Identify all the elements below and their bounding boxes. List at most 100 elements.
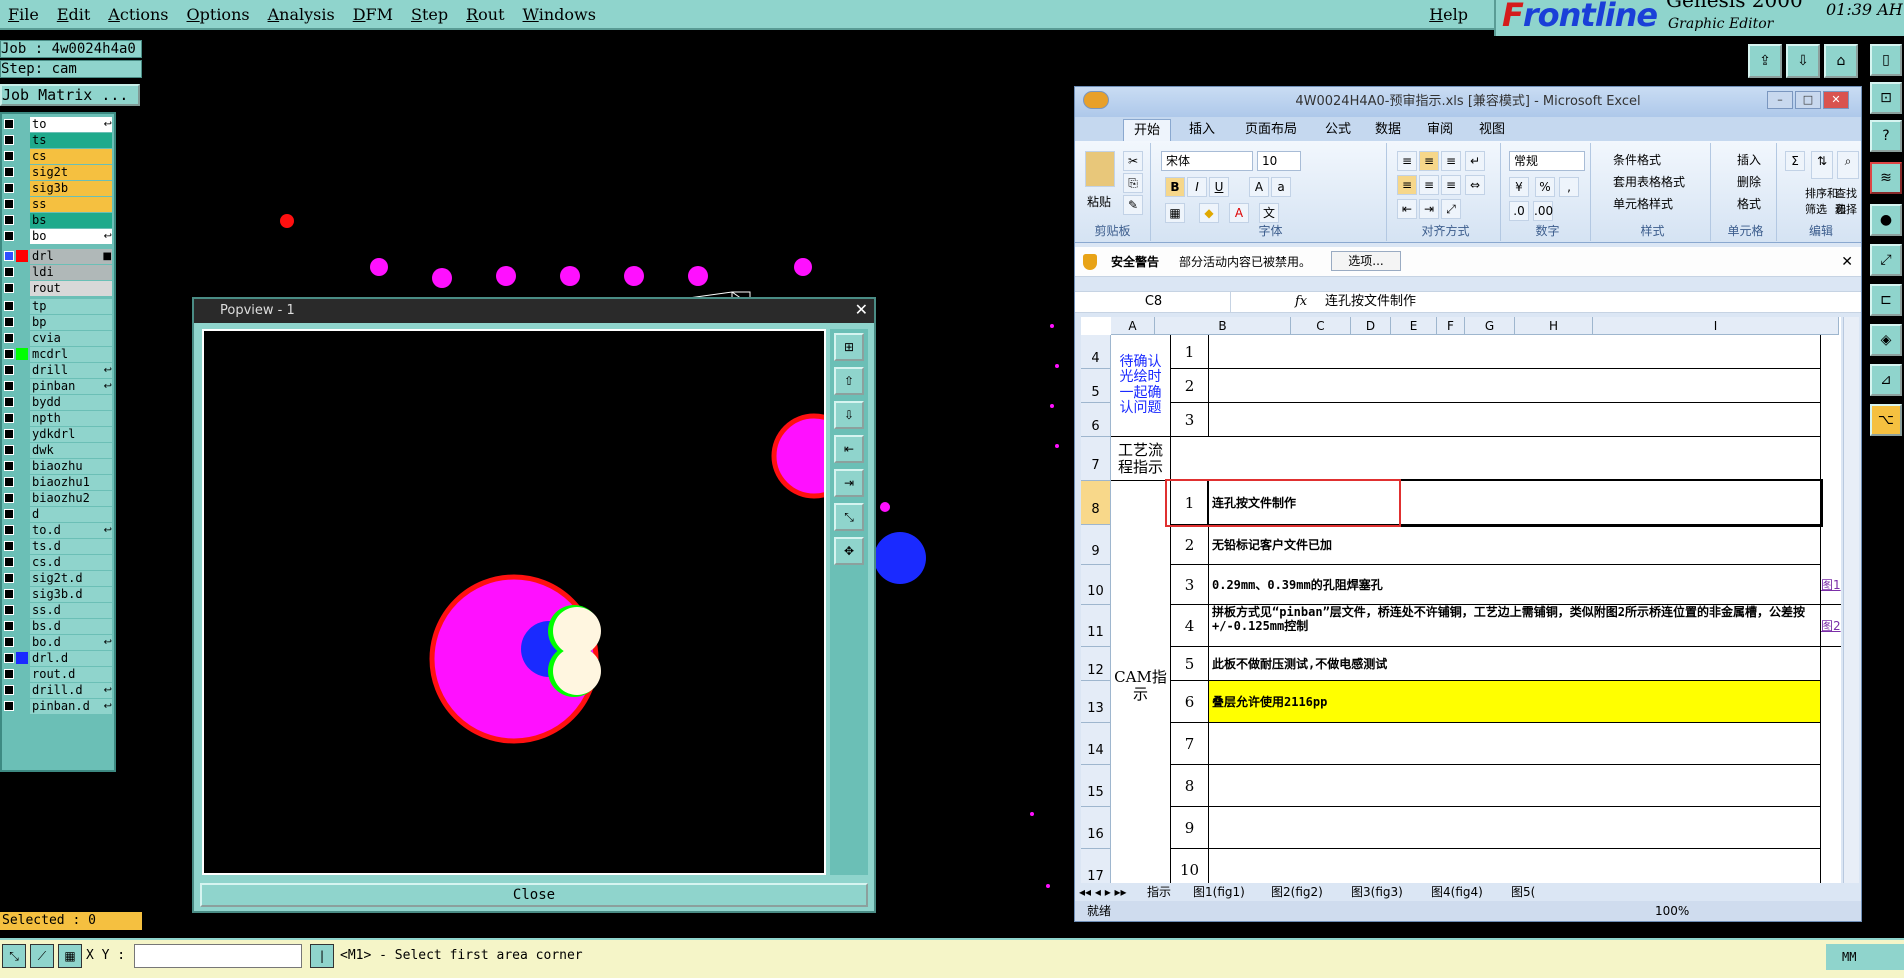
layer-row[interactable]: bp — [2, 314, 114, 330]
phonetic-icon[interactable]: 文 — [1259, 203, 1279, 223]
row-header[interactable]: 14 — [1081, 723, 1111, 765]
download-icon[interactable]: ⇩ — [1786, 44, 1820, 78]
item-number-cell[interactable]: 10 — [1171, 849, 1209, 883]
layer-row[interactable]: rout.d — [2, 666, 114, 682]
sheet-tab[interactable]: 图2(fig2) — [1271, 883, 1323, 901]
layer-row[interactable]: to.d ↩ — [2, 522, 114, 538]
increase-decimal-icon[interactable]: .0 — [1509, 201, 1529, 221]
layer-checkbox[interactable] — [4, 365, 14, 375]
angle-icon[interactable]: ⊿ — [1870, 364, 1902, 396]
group-label[interactable]: 待确认光绘时一起确认问题 — [1111, 335, 1171, 437]
row-header[interactable]: 15 — [1081, 765, 1111, 807]
wrap-text-icon[interactable]: ↵ — [1465, 151, 1485, 171]
item-number-cell[interactable]: 3 — [1171, 565, 1209, 605]
layer-checkbox[interactable] — [4, 231, 14, 241]
menu-rout[interactable]: Rout — [458, 5, 514, 24]
layer-row[interactable]: bydd — [2, 394, 114, 410]
row-header[interactable]: 9 — [1081, 525, 1111, 565]
cursor-icon[interactable]: | — [310, 944, 334, 968]
layer-row[interactable]: drl.d — [2, 650, 114, 666]
layer-row[interactable]: sig2t.d — [2, 570, 114, 586]
row-header[interactable]: 8 — [1081, 481, 1111, 525]
menu-actions[interactable]: Actions — [100, 5, 178, 24]
orientation-icon[interactable]: ⤢ — [1441, 199, 1461, 219]
layer-checkbox[interactable] — [4, 199, 14, 209]
layer-checkbox[interactable] — [4, 557, 14, 567]
align-center-icon[interactable]: ≡ — [1419, 175, 1439, 195]
sheet-tab[interactable]: 图1(fig1) — [1193, 883, 1245, 901]
layer-checkbox[interactable] — [4, 461, 14, 471]
row-header[interactable]: 4 — [1081, 335, 1111, 369]
layer-row[interactable]: sig2t — [2, 164, 114, 180]
layer-row[interactable]: cs.d — [2, 554, 114, 570]
center-icon[interactable]: ✥ — [834, 537, 864, 565]
align-middle-icon[interactable]: ≡ — [1419, 151, 1439, 171]
layer-checkbox[interactable] — [4, 605, 14, 615]
layer-row[interactable]: tp — [2, 298, 114, 314]
italic-button[interactable]: I — [1187, 177, 1207, 197]
tab-review[interactable]: 审阅 — [1417, 119, 1463, 141]
minimize-icon[interactable]: – — [1767, 91, 1793, 109]
delete-cells-button[interactable]: 删除 — [1737, 173, 1761, 190]
column-header[interactable]: G — [1465, 317, 1515, 335]
item-number-cell[interactable]: 9 — [1171, 807, 1209, 849]
layer-row[interactable]: bs — [2, 212, 114, 228]
layer-row[interactable]: bo ↩ — [2, 228, 114, 244]
layer-checkbox[interactable] — [4, 283, 14, 293]
figure-link[interactable]: 图1 — [1821, 565, 1841, 605]
row-header[interactable]: 13 — [1081, 681, 1111, 723]
item-number-cell[interactable]: 3 — [1171, 403, 1209, 437]
menu-edit[interactable]: Edit — [49, 5, 100, 24]
route-icon[interactable]: ⌥ — [1870, 404, 1902, 436]
layer-row[interactable]: biaozhu2 — [2, 490, 114, 506]
layers-icon[interactable]: ≋ — [1870, 162, 1902, 194]
column-header[interactable]: I — [1593, 317, 1839, 335]
layer-row[interactable]: biaozhu1 — [2, 474, 114, 490]
layer-checkbox[interactable] — [4, 167, 14, 177]
layer-row[interactable]: biaozhu — [2, 458, 114, 474]
help-icon[interactable]: ? — [1870, 120, 1902, 152]
layer-row[interactable]: sig3b — [2, 180, 114, 196]
column-header[interactable]: C — [1291, 317, 1351, 335]
layer-checkbox[interactable] — [4, 429, 14, 439]
instruction-cell[interactable] — [1209, 849, 1821, 883]
layer-checkbox[interactable] — [4, 333, 14, 343]
fx-icon[interactable]: fx — [1295, 292, 1307, 312]
menu-help[interactable]: Help — [1421, 5, 1478, 24]
zoom-level[interactable]: 100% — [1655, 901, 1689, 921]
formula-input[interactable]: 连孔按文件制作 — [1325, 292, 1416, 312]
layer-checkbox[interactable] — [4, 183, 14, 193]
sheet-tab[interactable]: 图3(fig3) — [1351, 883, 1403, 901]
item-number-cell[interactable]: 5 — [1171, 647, 1209, 681]
measure-icon[interactable]: ⟋ — [30, 944, 54, 968]
layer-row[interactable]: bs.d — [2, 618, 114, 634]
layer-row[interactable]: cvia — [2, 330, 114, 346]
number-format-select[interactable]: 常规 — [1509, 151, 1585, 171]
home-icon[interactable]: ⌂ — [1824, 44, 1858, 78]
layer-row[interactable]: drill ↩ — [2, 362, 114, 378]
layer-row[interactable]: pinban.d ↩ — [2, 698, 114, 714]
tab-formulas[interactable]: 公式 — [1315, 119, 1361, 141]
instruction-cell[interactable]: 无铅标记客户文件已加 — [1209, 525, 1821, 565]
menu-windows[interactable]: Windows — [515, 5, 606, 24]
menu-step[interactable]: Step — [403, 5, 458, 24]
layer-row[interactable]: ydkdrl — [2, 426, 114, 442]
item-number-cell[interactable]: 2 — [1171, 525, 1209, 565]
layer-row[interactable]: mcdrl — [2, 346, 114, 362]
percent-icon[interactable]: % — [1535, 177, 1555, 197]
column-header[interactable]: F — [1437, 317, 1465, 335]
column-header[interactable]: B — [1155, 317, 1291, 335]
measure-icon[interactable]: ⊏ — [1870, 284, 1902, 316]
column-header[interactable]: A — [1111, 317, 1155, 335]
close-icon[interactable]: ✕ — [1841, 247, 1853, 277]
sheet-tab[interactable]: 图5( — [1511, 883, 1535, 901]
name-box[interactable]: C8 — [1077, 292, 1231, 312]
item-number-cell[interactable]: 2 — [1171, 369, 1209, 403]
layer-checkbox[interactable] — [4, 669, 14, 679]
layer-row[interactable]: to ↩ — [2, 116, 114, 132]
paste-icon[interactable] — [1085, 151, 1115, 187]
layer-checkbox[interactable] — [4, 317, 14, 327]
row-header[interactable]: 12 — [1081, 647, 1111, 681]
vertical-scrollbar[interactable] — [1843, 317, 1859, 883]
item-number-cell[interactable]: 4 — [1171, 605, 1209, 647]
